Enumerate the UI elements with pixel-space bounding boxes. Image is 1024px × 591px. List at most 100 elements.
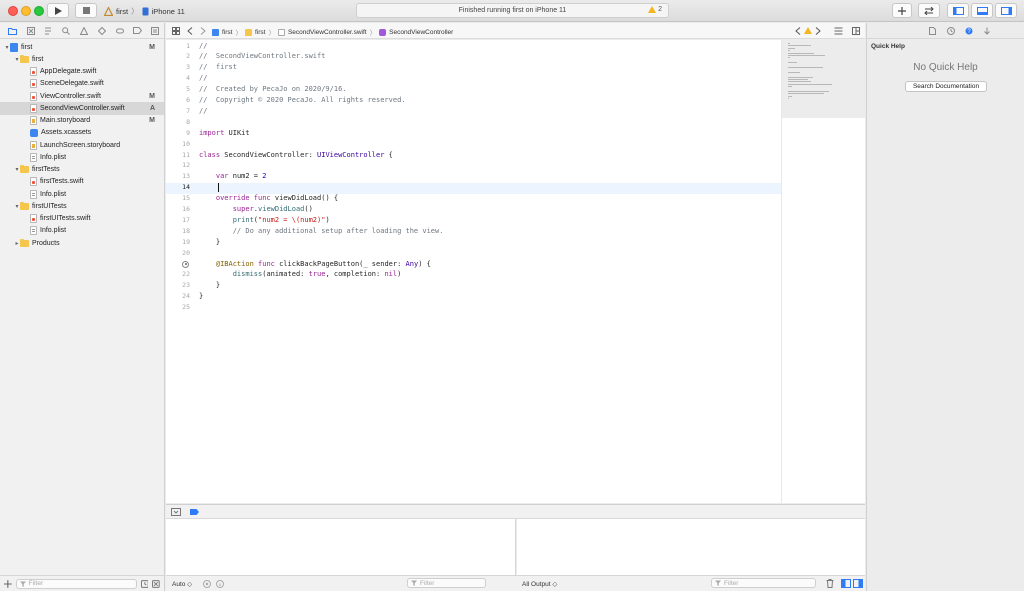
code-line[interactable]: // [199, 74, 207, 82]
source-editor[interactable]: 1 // 2 // SecondViewController.swift 3 // fir… [166, 40, 781, 503]
forward-chevron-icon[interactable] [200, 27, 206, 35]
code-line[interactable]: // Copyright © 2020 PecaJo. All rights r… [199, 96, 406, 104]
toggle-navigator-button[interactable] [947, 3, 969, 18]
show-console-icon[interactable] [853, 579, 863, 588]
tree-item[interactable]: ▾ firstUITests [0, 200, 164, 212]
variables-view[interactable] [166, 519, 516, 575]
code-line[interactable]: import UIKit [199, 129, 250, 137]
hide-debug-area-icon[interactable] [171, 508, 181, 516]
info-icon[interactable] [216, 580, 224, 588]
search-documentation-button[interactable]: Search Documentation [905, 81, 987, 92]
code-line[interactable]: override func viewDidLoad() { [199, 194, 338, 202]
trash-icon[interactable] [826, 579, 834, 588]
tree-item[interactable]: AppDelegate.swift [0, 66, 164, 78]
console-output-select[interactable]: All Output ◇ [522, 580, 557, 588]
line-number[interactable]: 25 [166, 303, 190, 311]
changed-files-icon[interactable] [152, 579, 161, 588]
code-review-button[interactable] [918, 3, 940, 18]
line-number[interactable]: 19 [166, 238, 190, 246]
variables-filter-input[interactable]: Filter [407, 578, 486, 588]
tree-item[interactable]: firstTests.swift [0, 176, 164, 188]
previous-issue-icon[interactable] [795, 27, 801, 35]
quick-help-tab[interactable]: ? [963, 25, 975, 37]
project-navigator-tab[interactable] [4, 24, 22, 38]
toggle-inspector-button[interactable] [995, 3, 1017, 18]
navigator-filter-input[interactable]: Filter [15, 578, 137, 589]
tree-item[interactable]: firstUITests.swift [0, 213, 164, 225]
code-line[interactable]: super.viewDidLoad() [199, 205, 313, 213]
source-control-tab[interactable] [22, 24, 40, 38]
line-number[interactable]: 2 [166, 52, 190, 60]
scheme-selector[interactable]: first 〉 iPhone 11 [104, 5, 185, 17]
code-line[interactable]: class SecondViewController: UIViewContro… [199, 151, 393, 159]
tree-item[interactable]: Main.storyboard M [0, 115, 164, 127]
symbol-navigator-tab[interactable] [40, 24, 58, 38]
console-filter-input[interactable]: Filter [711, 578, 816, 588]
line-number[interactable]: 5 [166, 85, 190, 93]
close-window-button[interactable] [8, 6, 18, 16]
code-line[interactable]: } [199, 238, 220, 246]
tree-item[interactable]: ▾ first M [0, 41, 164, 53]
eye-icon[interactable] [203, 580, 211, 588]
stop-button[interactable] [75, 3, 97, 18]
tree-item[interactable]: ▾ first [0, 53, 164, 65]
history-inspector-tab[interactable] [945, 25, 957, 37]
back-chevron-icon[interactable] [187, 27, 193, 35]
split-editor-icon[interactable] [852, 27, 860, 35]
breakpoints-toggle-icon[interactable] [190, 509, 199, 515]
show-variables-icon[interactable] [841, 579, 851, 588]
line-number[interactable]: 16 [166, 205, 190, 213]
toggle-debug-area-button[interactable] [971, 3, 993, 18]
breadcrumb-file[interactable]: SecondViewController.swift [288, 29, 367, 36]
tree-item[interactable]: LaunchScreen.storyboard [0, 139, 164, 151]
code-line[interactable]: // Created by PecaJo on 2020/9/16. [199, 85, 347, 93]
tree-item[interactable]: SceneDelegate.swift [0, 78, 164, 90]
tree-item[interactable]: Assets.xcassets [0, 127, 164, 139]
line-number[interactable]: 14 [166, 183, 190, 191]
line-number[interactable]: 17 [166, 216, 190, 224]
breakpoint-navigator-tab[interactable] [128, 24, 146, 38]
line-number[interactable]: 3 [166, 63, 190, 71]
test-navigator-tab[interactable] [93, 24, 111, 38]
warning-indicator[interactable]: 2 [648, 6, 662, 13]
code-line[interactable]: // [199, 107, 207, 115]
minimize-window-button[interactable] [21, 6, 31, 16]
next-issue-icon[interactable] [815, 27, 821, 35]
code-line[interactable]: // SecondViewController.swift [199, 52, 325, 60]
recent-files-icon[interactable] [140, 579, 149, 588]
code-line[interactable]: var num2 = 2 [199, 172, 267, 180]
code-line[interactable]: // [199, 42, 207, 50]
code-line[interactable]: print("num2 = \(num2)") [199, 216, 330, 224]
library-button[interactable] [892, 3, 912, 18]
tree-item[interactable]: SecondViewController.swift A [0, 102, 164, 115]
line-number[interactable]: 6 [166, 96, 190, 104]
line-number[interactable]: 20 [166, 249, 190, 257]
run-button[interactable] [47, 3, 69, 18]
line-number[interactable]: 18 [166, 227, 190, 235]
line-number[interactable]: 23 [166, 281, 190, 289]
report-navigator-tab[interactable] [146, 24, 164, 38]
line-number[interactable]: 8 [166, 118, 190, 126]
tree-item[interactable]: ViewController.swift M [0, 90, 164, 102]
zoom-window-button[interactable] [34, 6, 44, 16]
code-minimap[interactable] [781, 40, 866, 503]
code-line[interactable]: // Do any additional setup after loading… [199, 227, 444, 235]
tree-item[interactable]: ▾ firstTests [0, 164, 164, 176]
line-number[interactable]: 12 [166, 161, 190, 169]
ibaction-connection-icon[interactable] [182, 260, 189, 268]
editor-options-icon[interactable] [834, 27, 843, 35]
attributes-inspector-tab[interactable] [981, 25, 993, 37]
code-line[interactable]: // first [199, 63, 237, 71]
debug-navigator-tab[interactable] [111, 24, 129, 38]
add-file-icon[interactable] [4, 579, 12, 588]
line-number[interactable]: 10 [166, 140, 190, 148]
line-number[interactable]: 9 [166, 129, 190, 137]
code-line[interactable]: } [199, 281, 220, 289]
line-number[interactable]: 7 [166, 107, 190, 115]
related-items-icon[interactable] [172, 27, 180, 35]
breadcrumb-project[interactable]: first [222, 29, 232, 36]
breadcrumb-symbol[interactable]: SecondViewController [389, 29, 453, 36]
file-inspector-tab[interactable] [927, 25, 939, 37]
tree-item[interactable]: Info.plist [0, 225, 164, 237]
line-number[interactable]: 24 [166, 292, 190, 300]
